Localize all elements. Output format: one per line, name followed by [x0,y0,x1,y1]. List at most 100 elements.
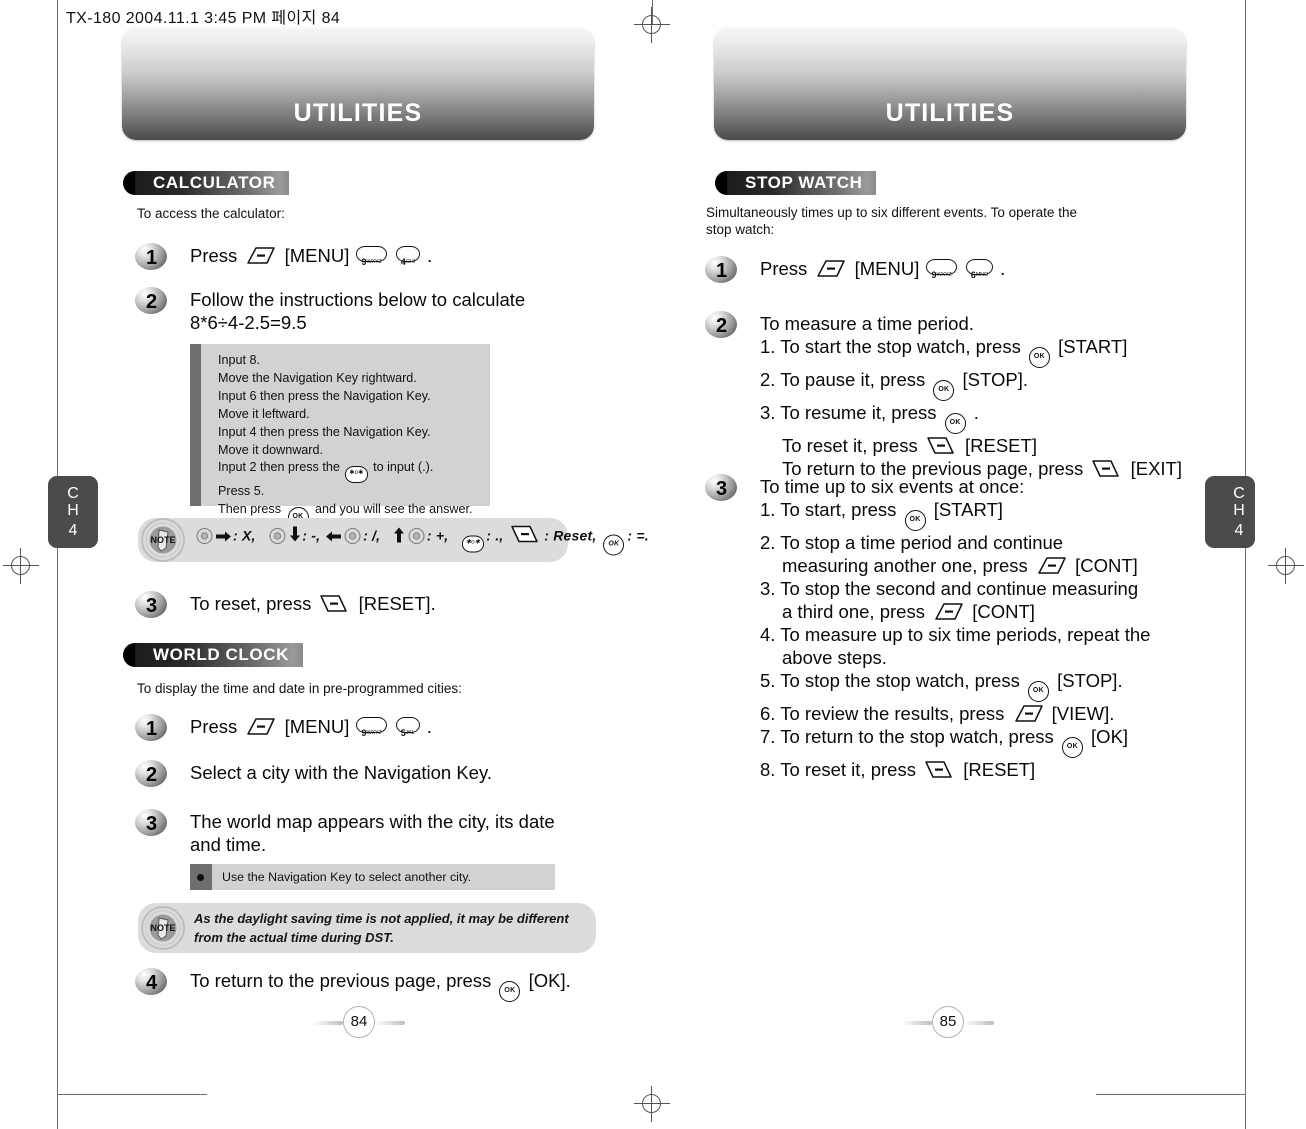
substep-key-label: [STOP] [962,369,1023,390]
ok-key-label: OK [504,987,516,994]
step-text: To measure a time period. 1. To start th… [760,312,1182,480]
substep-text: To reset it, press [782,435,918,456]
softkey-right-icon [926,436,957,455]
step-bullet: 1 [135,243,173,273]
folio-wing-left [902,1021,932,1025]
softkey-right-icon [319,594,350,613]
substep-key-label: [RESET] [963,759,1036,780]
section-heading-label: STOP WATCH [727,171,877,195]
substep-3-cont: a third one, press [CONT] [760,600,1150,623]
step-bullet: 2 [705,311,743,341]
legend-label-minus: : -, [302,527,321,544]
key-5-digit: 5 [400,728,406,738]
key-6-letters: MNO [975,272,988,278]
substep-text: 1. To start, press [760,499,897,520]
menu-label: [MENU] [854,258,920,279]
substep-7: 7. To return to the stop watch, press OK… [760,725,1150,758]
note-symbol-legend: : X, : -, : /, : +, ✱o✱: ., : Reset, OK:… [194,525,649,556]
panel-line-9-pre: Then press [218,502,281,517]
page-number: 85 [932,1006,964,1038]
substep-6: 6. To review the results, press [VIEW]. [760,702,1150,725]
substep-key-label: [STOP] [1057,670,1118,691]
step-bullet: 2 [135,287,173,317]
chapter-tab-ch: C H [1205,485,1264,519]
panel-line-4: Move it leftward. [218,406,310,421]
right-page: UTILITIES STOP WATCH Simultaneously time… [692,0,1292,1129]
step-number: 1 [146,247,158,269]
crop-line-left [57,0,58,1129]
softkey-right-icon [510,525,541,544]
substep-text: 3. To resume it, press [760,402,937,423]
step-bullet: 3 [135,809,173,839]
softkey-left-icon [1013,704,1044,723]
folio-left: 84 [313,1006,405,1040]
substep-period: . [973,402,979,423]
substep-text: 8. To reset it, press [760,759,916,780]
step-text-before: To reset, press [190,593,312,614]
ok-key-icon: OK [1027,681,1049,702]
substep-key-label: [CONT] [972,601,1035,622]
step-text-after: [OK]. [528,970,571,991]
step-line-2: and time. [190,834,267,855]
step-bullet: 4 [135,968,173,998]
step-text: Select a city with the Navigation Key. [190,762,492,783]
step-text: Press [MENU] 9WXYZ 4GHI . [190,244,432,267]
substep-text: 5. To stop the stop watch, press [760,670,1020,691]
folio-wing-right [375,1021,405,1025]
step-bullet: 2 [135,760,173,790]
substep-2: 2. To pause it, press OK [STOP]. [760,368,1182,401]
substep-2: 2. To stop a time period and continue [760,531,1150,554]
ok-key-icon: OK [1028,347,1050,368]
step-text-before: Press [190,716,238,737]
ok-key-label: OK [938,386,950,393]
step-text: The world map appears with the city, its… [190,810,555,856]
substep-text: 1. To start the stop watch, press [760,336,1021,357]
softkey-left-icon [245,717,276,736]
step-text-before: Press [190,245,238,266]
svg-text:NOTE: NOTE [150,535,175,545]
panel-line-7-post: to input (.). [373,460,434,475]
chapter-tab-c: C [1233,485,1245,502]
substep-text: 2. To pause it, press [760,369,926,390]
substep-text: 4. To measure up to six time periods, re… [760,624,1151,645]
chapter-banner-left: UTILITIES [122,28,594,140]
substep-key-label: [START] [933,499,1003,520]
left-page: UTILITIES CALCULATOR To access the calcu… [100,0,700,1129]
step-text-before: To return to the previous page, press [190,970,492,991]
substep-text: measuring another one, press [782,555,1028,576]
svg-text:NOTE: NOTE [150,923,175,933]
step-number: 3 [716,478,728,500]
nav-key-right-icon [196,528,213,545]
ok-key-icon: OK [1061,737,1083,758]
panel-line-1: Input 8. [218,353,261,367]
folio-wing-right [964,1021,994,1025]
step-text: Press [MENU] 9WXYZ 6MNO . [760,257,1005,280]
note-text: As the daylight saving time is not appli… [194,911,569,945]
world-clock-note: NOTE As the daylight saving time is not … [138,903,596,953]
chapter-banner-title: UTILITIES [293,99,423,127]
step-line-1: The world map appears with the city, its… [190,811,555,832]
key-9-icon: 9WXYZ [356,717,387,738]
calculator-note: NOTE : X, : -, : /, : +, ✱o✱: .,: Rese… [138,518,649,562]
softkey-left-icon [815,259,846,278]
arrow-down-icon [289,526,301,546]
panel-text: Input 8. Move the Navigation Key rightwa… [218,352,482,529]
chapter-tab-number: 4 [68,522,78,539]
step-number: 2 [146,764,158,786]
ok-key-icon: OK [944,413,966,434]
panel-line-5: Input 4 then press the Navigation Key. [218,424,431,439]
step-text-after: [RESET]. [358,593,436,614]
folio-right: 85 [902,1006,994,1040]
step-bullet: 1 [705,256,743,286]
substep-period: . [1022,369,1028,390]
lead-line-2: stop watch: [706,222,775,237]
step-line-1: To time up to six events at once: [760,476,1025,497]
ok-key-icon: OK [499,981,521,1002]
substep-8: 8. To reset it, press [RESET] [760,758,1150,781]
key-4-icon: 4GHI [395,246,420,267]
page-number: 84 [343,1006,375,1038]
ok-key-label: OK [1066,743,1078,750]
substep-key-label: [VIEW] [1051,703,1110,724]
substep-3: 3. To stop the second and continue measu… [760,577,1150,600]
step-text-after: . [1000,258,1006,279]
